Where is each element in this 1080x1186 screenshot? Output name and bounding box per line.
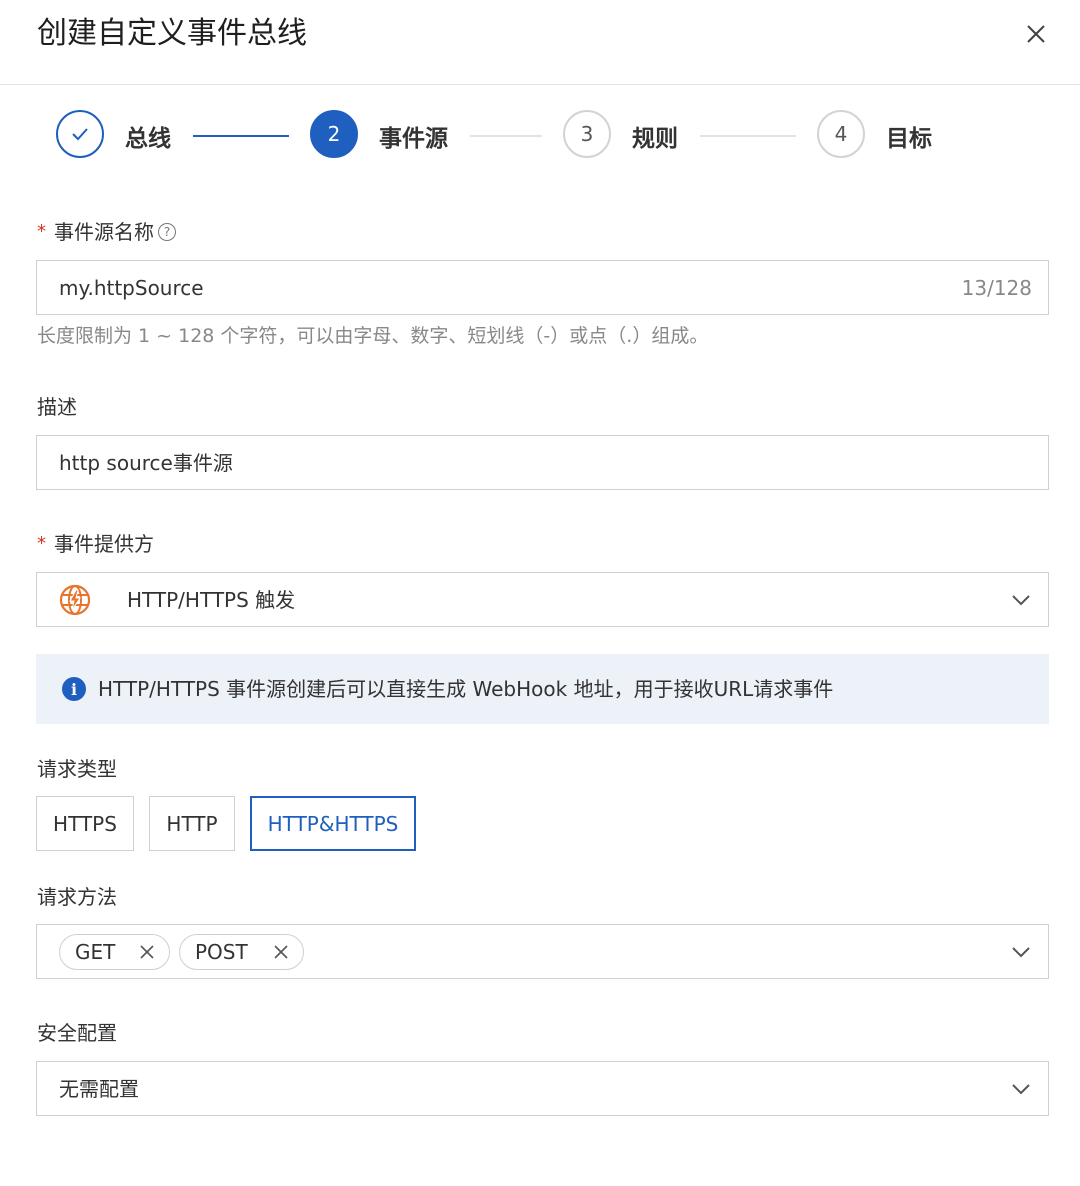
step-1-check-icon: [56, 110, 104, 158]
step-2-number: 2: [310, 110, 358, 158]
info-icon: i: [62, 677, 86, 701]
check-icon: [72, 128, 88, 141]
step-3-label: 规则: [632, 126, 678, 152]
step-connector: [470, 135, 542, 137]
step-2-label: 事件源: [379, 126, 448, 152]
remove-tag-icon[interactable]: [139, 944, 155, 960]
step-3-number: 3: [563, 110, 611, 158]
steps-bar: 总线 2 事件源 3 规则 4 目标: [0, 110, 1080, 166]
security-value: 无需配置: [59, 1077, 139, 1101]
step-4-label: 目标: [886, 126, 932, 152]
description-input[interactable]: http source事件源: [36, 435, 1049, 490]
request-type-https-button[interactable]: HTTPS: [36, 796, 134, 851]
chevron-down-icon: [1012, 1084, 1030, 1095]
step-connector: [700, 135, 796, 137]
remove-tag-icon[interactable]: [273, 944, 289, 960]
method-tag-get: GET: [59, 934, 170, 970]
dialog-title: 创建自定义事件总线: [37, 16, 307, 51]
step-1-label: 总线: [125, 126, 171, 152]
provider-label-row: * 事件提供方: [37, 530, 154, 558]
help-icon[interactable]: ?: [158, 223, 176, 241]
notice-text: HTTP/HTTPS 事件源创建后可以直接生成 WebHook 地址，用于接收U…: [98, 677, 834, 701]
step-4-number: 4: [817, 110, 865, 158]
chevron-down-icon: [1012, 947, 1030, 958]
method-tag-post: POST: [179, 934, 304, 970]
step-connector: [193, 135, 289, 137]
request-method-select[interactable]: GET POST: [36, 924, 1049, 979]
source-name-label: 事件源名称: [54, 220, 154, 244]
description-label: 描述: [37, 395, 77, 419]
provider-select[interactable]: HTTP/HTTPS 触发: [36, 572, 1049, 627]
char-counter: 13/128: [961, 276, 1032, 300]
description-value: http source事件源: [59, 451, 233, 475]
request-type-http-https-button[interactable]: HTTP&HTTPS: [250, 796, 416, 851]
source-name-input[interactable]: my.httpSource 13/128: [36, 260, 1049, 315]
source-name-label-row: * 事件源名称 ?: [37, 218, 176, 246]
security-select[interactable]: 无需配置: [36, 1061, 1049, 1116]
provider-value: HTTP/HTTPS 触发: [127, 588, 296, 612]
close-icon[interactable]: [1020, 18, 1052, 50]
request-method-label: 请求方法: [37, 885, 117, 909]
globe-lightning-icon: [59, 584, 91, 616]
dialog-header: 创建自定义事件总线: [0, 0, 1080, 85]
request-type-http-button[interactable]: HTTP: [149, 796, 235, 851]
tag-label: POST: [195, 940, 248, 964]
chevron-down-icon: [1012, 595, 1030, 606]
info-notice: i HTTP/HTTPS 事件源创建后可以直接生成 WebHook 地址，用于接…: [36, 654, 1049, 724]
source-name-value: my.httpSource: [59, 276, 204, 300]
source-name-hint: 长度限制为 1 ~ 128 个字符，可以由字母、数字、短划线（-）或点（.）组成…: [37, 325, 709, 347]
tag-label: GET: [75, 940, 116, 964]
security-label: 安全配置: [37, 1021, 117, 1045]
provider-label: 事件提供方: [54, 532, 154, 556]
required-mark: *: [37, 221, 46, 242]
request-type-label: 请求类型: [37, 757, 117, 781]
required-mark: *: [37, 533, 46, 554]
